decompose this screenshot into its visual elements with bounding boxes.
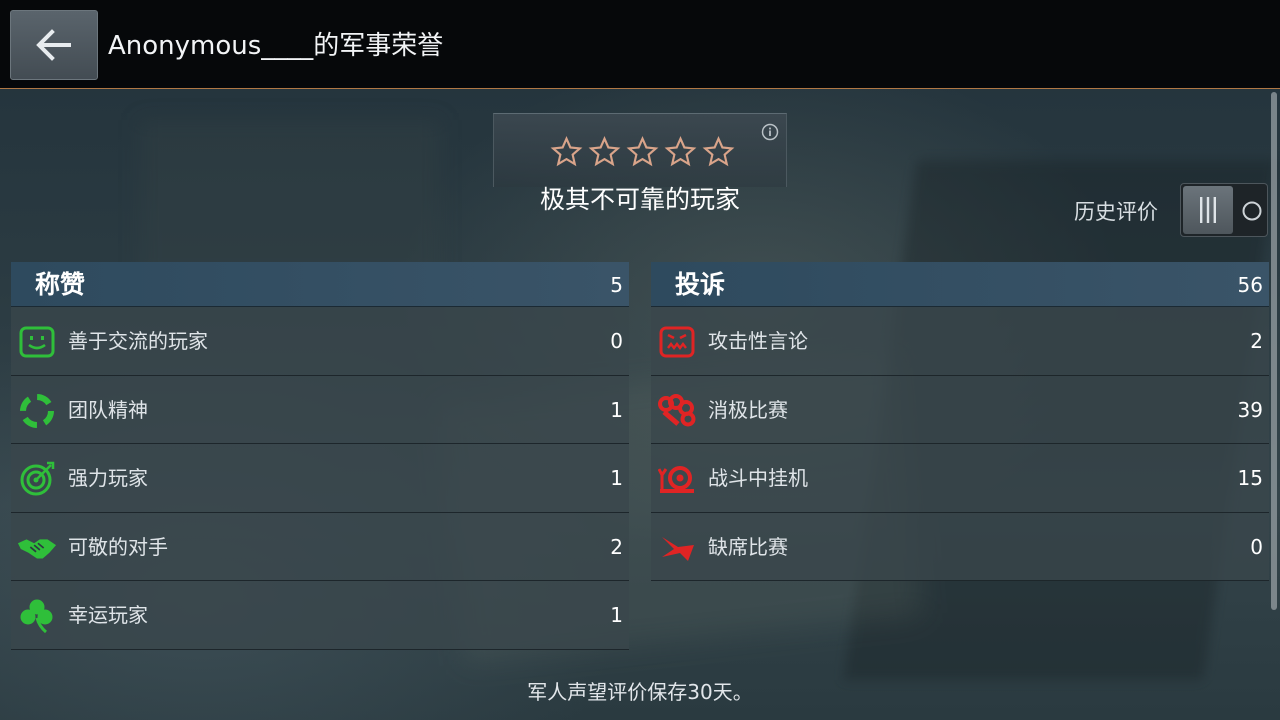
footer-note: 军人声望评价保存30天。 [527, 680, 753, 704]
brass-knuckles-icon [658, 393, 696, 427]
star-empty-icon [702, 136, 735, 167]
praise-row[interactable]: 团队精神 1 [11, 375, 629, 445]
praise-label: 团队精神 [68, 397, 148, 422]
praise-title: 称赞 [35, 270, 86, 299]
complaint-count: 39 [1237, 397, 1263, 422]
arrow-left-icon [36, 29, 71, 61]
team-ring-icon [20, 393, 54, 428]
star-empty-icon [588, 136, 621, 167]
praise-count: 0 [610, 329, 623, 353]
toggle-on-icon [1200, 197, 1216, 223]
rating-card [493, 113, 787, 187]
complaint-row[interactable]: 攻击性言论 2 [651, 307, 1269, 376]
star-empty-icon [664, 136, 697, 167]
target-icon [20, 461, 55, 496]
complaint-label: 消极比赛 [708, 397, 788, 422]
praise-row[interactable]: 幸运玩家 1 [11, 581, 629, 650]
complaint-count: 15 [1237, 466, 1263, 491]
praise-count: 2 [610, 534, 623, 559]
complaint-label: 缺席比赛 [708, 534, 788, 559]
praise-row[interactable]: 强力玩家 1 [11, 444, 629, 513]
clover-icon [20, 599, 53, 634]
praise-label: 强力玩家 [68, 466, 148, 491]
praise-label: 可敬的对手 [68, 534, 168, 559]
praise-total: 5 [610, 273, 623, 297]
complaint-count: 0 [1250, 534, 1263, 559]
scrollbar[interactable] [1271, 92, 1277, 610]
back-button[interactable] [10, 10, 98, 80]
complaints-total: 56 [1237, 273, 1263, 297]
complaints-panel: 投诉 56 攻击性言论 2 消极比赛 39 战斗中挂机 15 缺席比赛 0 [651, 262, 1269, 582]
top-bar: Anonymous____的军事荣誉 [0, 0, 1280, 89]
complaint-row[interactable]: 缺席比赛 0 [651, 512, 1269, 582]
praise-count: 1 [610, 466, 623, 491]
complaints-title: 投诉 [675, 270, 726, 299]
complaint-label: 战斗中挂机 [708, 466, 808, 491]
praise-header: 称赞 5 [11, 262, 629, 307]
complaint-row[interactable]: 消极比赛 39 [651, 375, 1269, 445]
praise-row[interactable]: 可敬的对手 2 [11, 512, 629, 582]
praise-row[interactable]: 善于交流的玩家 0 [11, 307, 629, 376]
rating-text: 极其不可靠的玩家 [539, 185, 740, 214]
smiley-icon [19, 326, 55, 358]
history-toggle[interactable] [1180, 183, 1268, 237]
praise-label: 幸运玩家 [68, 603, 148, 628]
complaints-header: 投诉 56 [651, 262, 1269, 307]
praise-panel: 称赞 5 善于交流的玩家 0 团队精神 1 强力玩家 1 可敬的对手 2 幸运玩… [11, 262, 629, 650]
history-label: 历史评价 [1074, 200, 1158, 224]
toggle-knob[interactable] [1183, 186, 1233, 234]
toggle-off-icon [1242, 201, 1262, 221]
complaint-label: 攻击性言论 [708, 329, 808, 353]
star-empty-icon [626, 136, 659, 167]
praise-label: 善于交流的玩家 [68, 329, 208, 353]
angry-face-icon [659, 326, 695, 358]
star-empty-icon [550, 136, 583, 167]
background-shape [140, 120, 440, 280]
complaint-count: 2 [1250, 329, 1263, 353]
page-title: Anonymous____的军事荣誉 [108, 31, 444, 61]
escape-arrow-icon [662, 536, 694, 561]
praise-count: 1 [610, 397, 623, 422]
info-icon[interactable] [761, 123, 779, 141]
praise-count: 1 [610, 603, 623, 628]
complaint-row[interactable]: 战斗中挂机 15 [651, 444, 1269, 513]
star-rating [550, 136, 735, 168]
handshake-icon [17, 539, 57, 559]
snail-icon [658, 466, 694, 494]
